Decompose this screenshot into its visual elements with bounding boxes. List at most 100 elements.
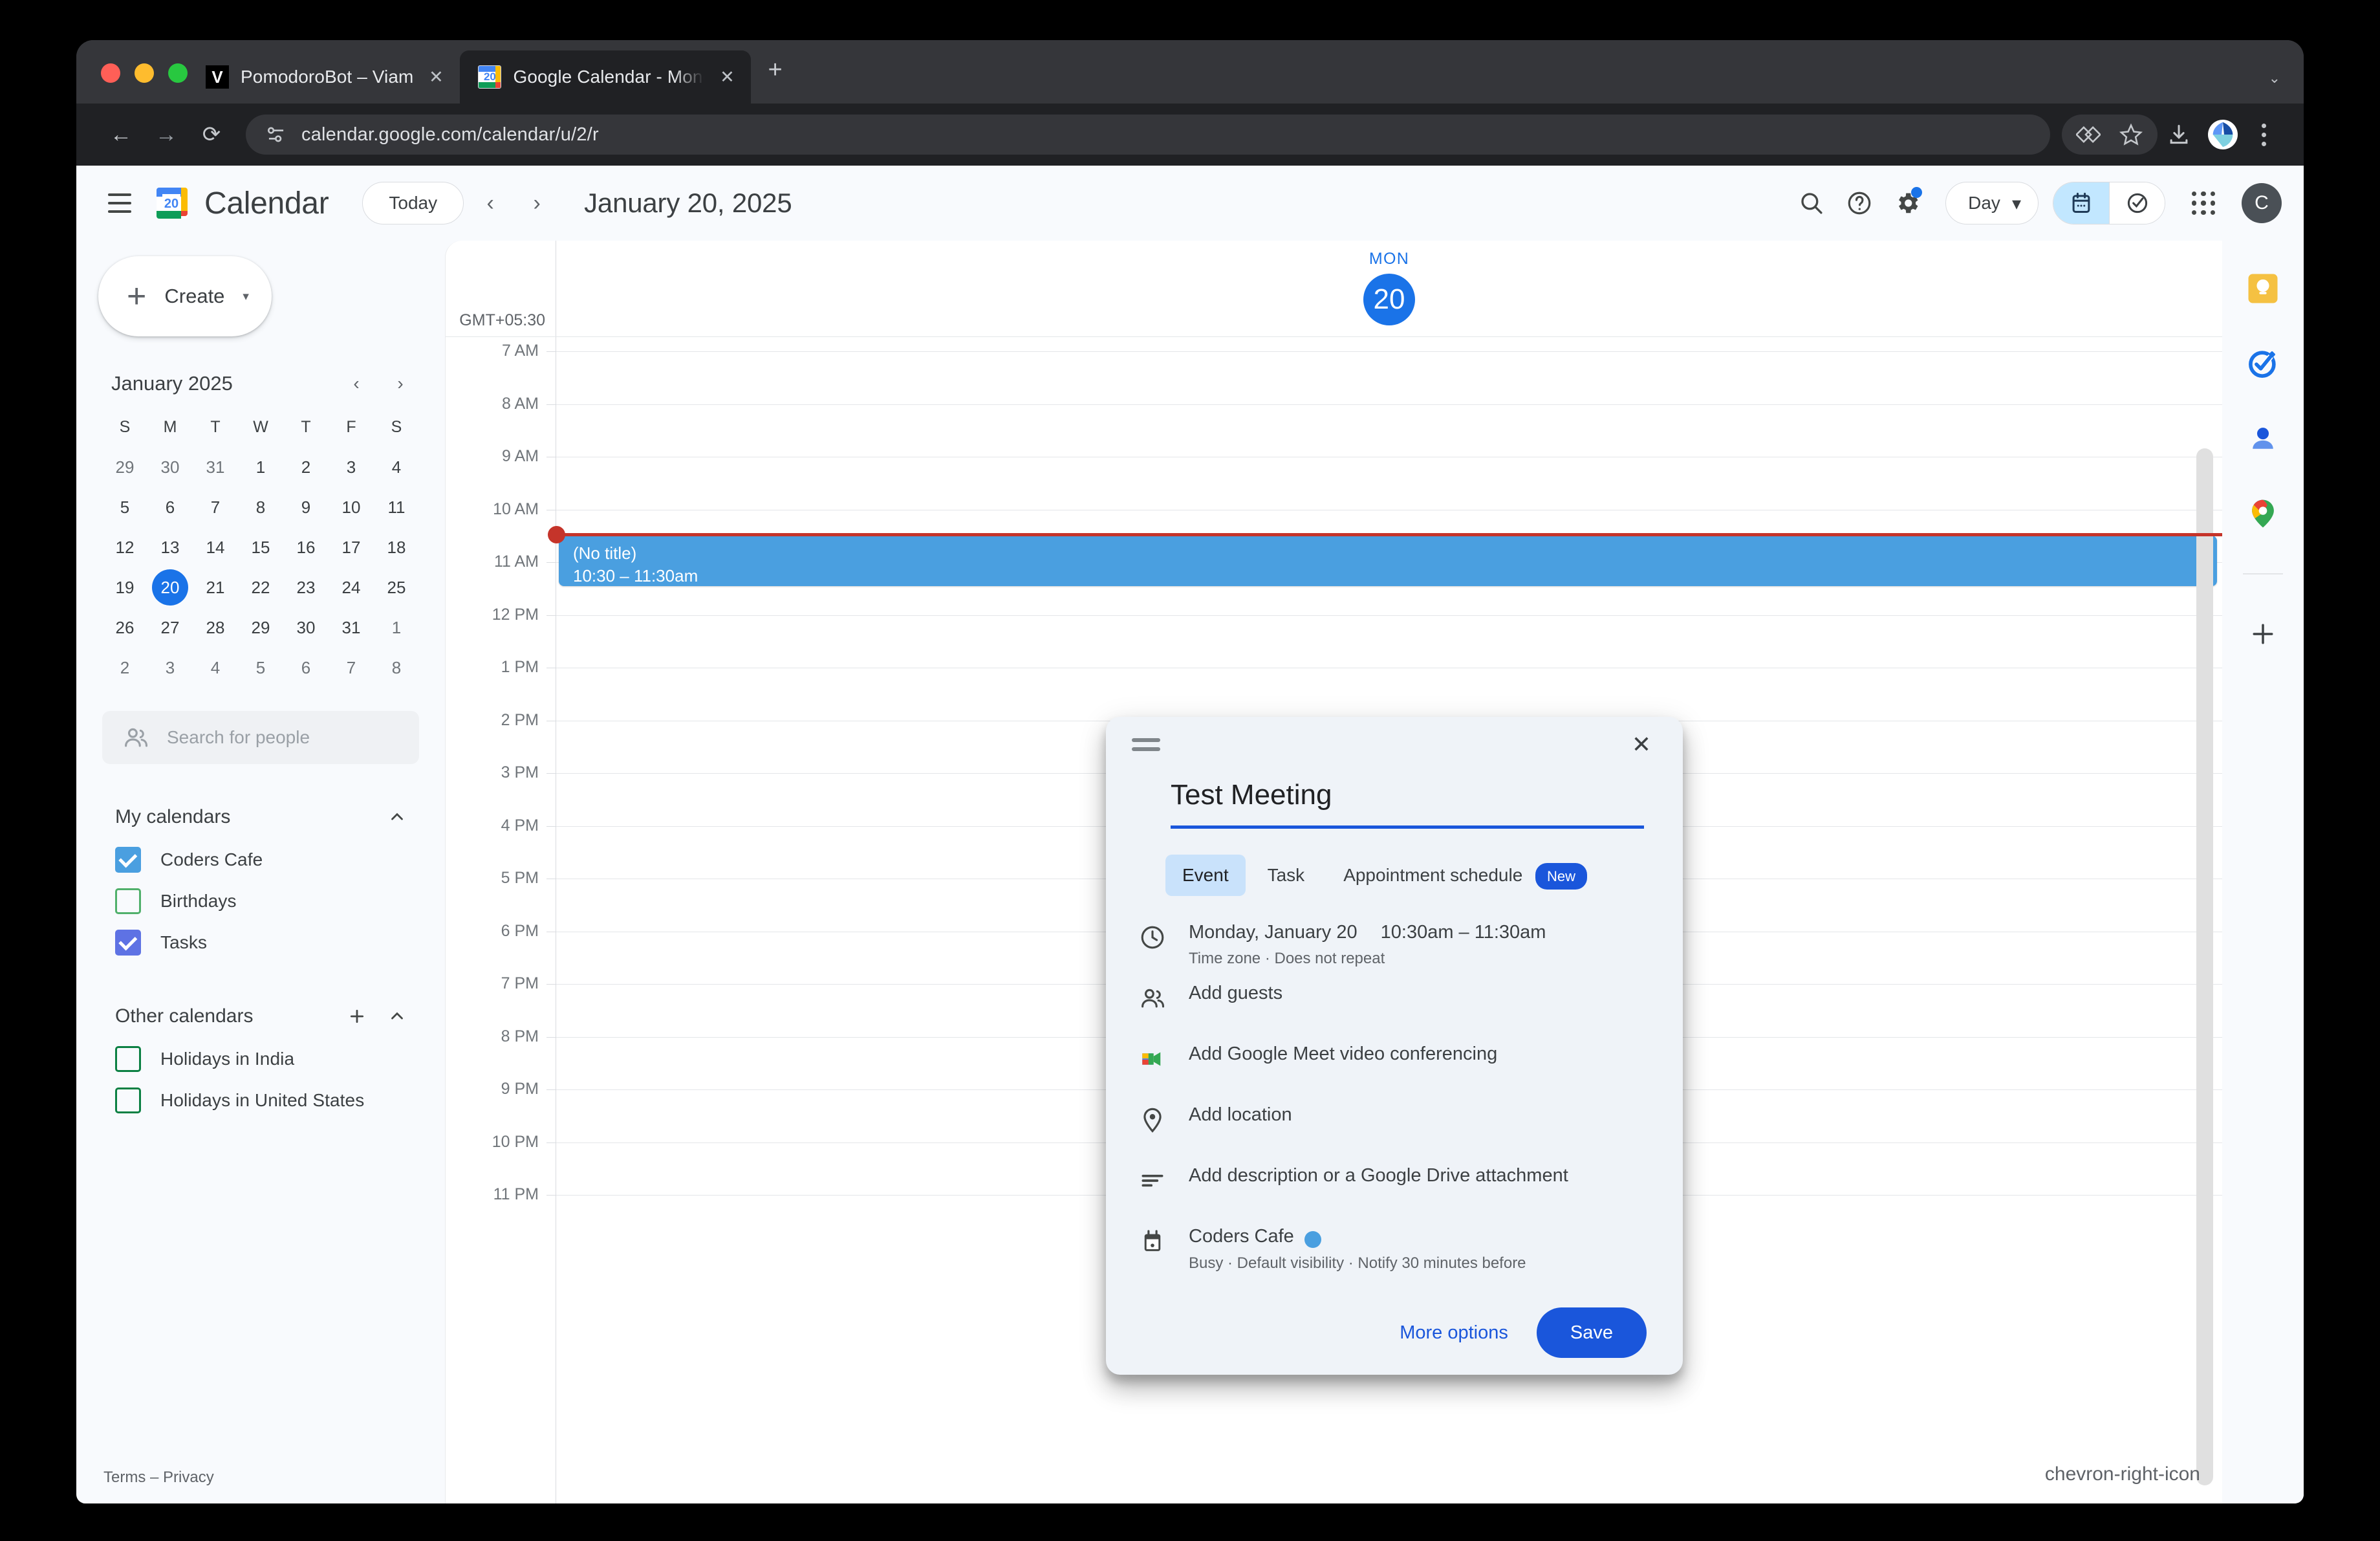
today-button[interactable]: Today [362,182,464,224]
create-button[interactable]: + Create ▾ [98,256,272,336]
other-calendar-item[interactable]: Holidays in India [102,1038,419,1080]
mini-calendar-day[interactable]: 5 [102,488,147,526]
search-icon[interactable] [1788,179,1835,227]
close-tab-button[interactable]: ✕ [425,67,447,87]
forward-button[interactable]: → [144,124,189,146]
new-tab-button[interactable]: + [751,56,782,104]
my-calendar-item[interactable]: Birthdays [102,880,419,922]
split-view-icon[interactable] [2067,115,2110,155]
my-calendars-header[interactable]: My calendars [102,799,419,839]
mini-calendar-day[interactable]: 23 [283,569,329,606]
extension-icon[interactable] [2208,120,2238,149]
mini-calendar-day[interactable]: 8 [374,649,419,686]
mini-calendar-day[interactable]: 24 [329,569,374,606]
calendar-view-icon[interactable] [2053,182,2109,224]
plus-icon[interactable] [340,1000,374,1033]
view-mode-select[interactable]: Day ▾ [1945,182,2039,224]
mini-calendar-day[interactable]: 21 [193,569,238,606]
minimize-window-button[interactable] [135,63,154,83]
mini-calendar-day[interactable]: 30 [283,609,329,646]
dialog-row-location[interactable]: Add location [1106,1102,1683,1156]
mini-calendar-day[interactable]: 5 [238,649,283,686]
mini-calendar-day[interactable]: 31 [329,609,374,646]
mini-calendar-day[interactable]: 2 [102,649,147,686]
gear-icon[interactable] [1883,179,1931,227]
search-people-input[interactable]: Search for people [102,711,419,764]
mini-calendar-day[interactable]: 13 [147,529,193,566]
mini-calendar-day[interactable]: 6 [147,488,193,526]
calendar-event[interactable]: (No title) 10:30 – 11:30am [559,536,2217,586]
mini-calendar-day[interactable]: 8 [238,488,283,526]
calendar-checkbox[interactable] [115,888,141,914]
tab-event[interactable]: Event [1165,855,1246,896]
my-calendar-item[interactable]: Coders Cafe [102,839,419,880]
mini-calendar-day-selected[interactable]: 20 [147,569,193,606]
mini-calendar-day[interactable]: 31 [193,448,238,486]
avatar[interactable]: C [2242,183,2282,223]
mini-calendar-day[interactable]: 27 [147,609,193,646]
hamburger-menu-icon[interactable] [100,183,140,223]
chrome-menu-icon[interactable] [2245,123,2282,146]
vertical-scrollbar[interactable] [2196,448,2213,1485]
tab-appointment-schedule[interactable]: Appointment schedule New [1326,855,1604,896]
previous-day-button[interactable]: ‹ [470,183,510,223]
mini-calendar-day[interactable]: 22 [238,569,283,606]
dialog-row-guests[interactable]: Add guests [1106,980,1683,1034]
back-button[interactable]: ← [98,124,144,146]
drag-handle-icon[interactable] [1132,738,1160,751]
reload-button[interactable]: ⟳ [189,124,234,146]
next-day-button[interactable]: › [517,183,557,223]
mini-calendar-day[interactable]: 2 [283,448,329,486]
tab-search-chevron-icon[interactable]: ⌄ [2269,70,2280,87]
maximize-window-button[interactable] [168,63,188,83]
mini-calendar-day[interactable]: 4 [193,649,238,686]
mini-calendar-day[interactable]: 3 [329,448,374,486]
mini-calendar-day[interactable]: 19 [102,569,147,606]
keep-icon[interactable] [2244,269,2282,308]
bookmark-star-icon[interactable] [2110,115,2152,155]
mini-calendar-day[interactable]: 9 [283,488,329,526]
mini-calendar-day[interactable]: 10 [329,488,374,526]
save-button[interactable]: Save [1536,1307,1647,1358]
maps-icon[interactable] [2244,494,2282,533]
browser-tab-pomodorobot[interactable]: V PomodoroBot – Viam ✕ [188,50,460,104]
my-calendar-item[interactable]: Tasks [102,922,419,963]
chevron-up-icon[interactable] [380,1000,414,1033]
sidebar-footer[interactable]: Terms – Privacy [76,1469,445,1503]
other-calendar-item[interactable]: Holidays in United States [102,1080,419,1121]
browser-tab-google-calendar[interactable]: 20 Google Calendar - Monday, J ✕ [460,50,752,104]
dialog-row-calendar[interactable]: Coders Cafe Busy · Default visibility · … [1106,1223,1683,1278]
close-window-button[interactable] [101,63,120,83]
event-title-input[interactable]: Test Meeting [1171,779,1644,829]
download-icon[interactable] [2158,115,2200,155]
mini-calendar-day[interactable]: 26 [102,609,147,646]
help-icon[interactable] [1835,179,1883,227]
mini-calendar-day[interactable]: 1 [374,609,419,646]
dialog-row-description[interactable]: Add description or a Google Drive attach… [1106,1163,1683,1217]
close-icon[interactable]: ✕ [1622,725,1661,764]
dialog-row-meet[interactable]: Add Google Meet video conferencing [1106,1041,1683,1095]
url-bar[interactable]: calendar.google.com/calendar/u/2/r [246,115,2050,155]
day-column-header[interactable]: MON 20 [556,241,2222,336]
other-calendars-header[interactable]: Other calendars [102,998,419,1038]
apps-grid-icon[interactable] [2180,179,2227,227]
mini-calendar-day[interactable]: 3 [147,649,193,686]
close-tab-button[interactable]: ✕ [716,67,738,87]
chevron-up-icon[interactable] [380,800,414,834]
calendar-checkbox[interactable] [115,1046,141,1072]
mini-calendar-day[interactable]: 7 [193,488,238,526]
tasks-view-icon[interactable] [2109,182,2165,224]
mini-calendar-day[interactable]: 29 [102,448,147,486]
mini-calendar-day[interactable]: 4 [374,448,419,486]
mini-calendar-day[interactable]: 18 [374,529,419,566]
calendar-brand[interactable]: 20 Calendar [154,185,329,221]
mini-calendar-day[interactable]: 17 [329,529,374,566]
calendar-checkbox[interactable] [115,1087,141,1113]
mini-calendar-day[interactable]: 12 [102,529,147,566]
mini-calendar-day[interactable]: 6 [283,649,329,686]
add-app-icon[interactable] [2244,615,2282,653]
calendar-checkbox[interactable] [115,847,141,873]
site-settings-icon[interactable] [264,122,288,147]
mini-calendar-day[interactable]: 1 [238,448,283,486]
mini-calendar-day[interactable]: 15 [238,529,283,566]
